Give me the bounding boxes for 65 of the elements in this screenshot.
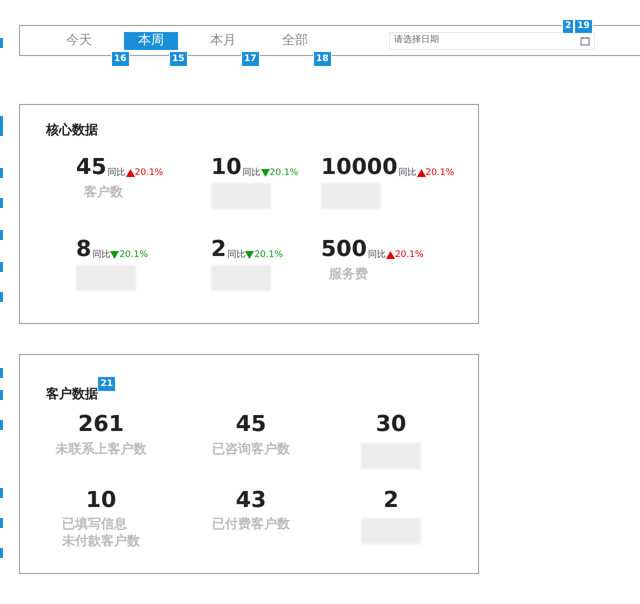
metric-value: 8	[76, 238, 92, 260]
card-title: 客户数据	[46, 387, 98, 402]
metric-label: 客户数	[84, 184, 123, 202]
date-field[interactable]: 请选择日期	[389, 32, 595, 50]
up-triangle-icon	[126, 168, 135, 176]
compare-label: 同比	[398, 168, 417, 178]
metric-value: 10	[86, 486, 116, 514]
calendar-icon[interactable]	[580, 36, 590, 46]
number-badge: 16	[111, 50, 130, 66]
period-tab[interactable]: 今天	[52, 32, 106, 50]
compare-label: 同比	[227, 250, 246, 260]
change-percent: 20.1%	[394, 250, 424, 260]
down-triangle-icon	[110, 250, 120, 258]
change-percent: 20.1%	[426, 168, 454, 178]
number-badge: 2	[562, 19, 574, 34]
metric-value: 500	[321, 238, 367, 260]
metric-label: 未联系上客户数	[56, 440, 146, 458]
edge-marker	[0, 168, 3, 178]
metric-value: 30	[376, 411, 406, 438]
metric-label: 未付款客户数	[62, 533, 140, 550]
change-percent: 20.1%	[254, 250, 283, 260]
metric-value: 10000	[321, 156, 398, 178]
up-triangle-icon	[386, 250, 395, 258]
edge-marker	[0, 488, 3, 498]
metric-value: 2	[383, 486, 399, 514]
edge-marker	[0, 262, 3, 272]
down-triangle-icon	[260, 168, 270, 176]
period-tab[interactable]: 全部	[268, 32, 322, 50]
edge-marker	[0, 198, 3, 208]
edge-marker	[0, 292, 3, 302]
up-triangle-icon	[416, 168, 426, 176]
compare-label: 同比	[242, 168, 261, 178]
date-input[interactable]: 请选择日期	[394, 34, 580, 48]
edge-marker	[0, 38, 3, 48]
metric-label: 服务费	[329, 266, 368, 284]
edge-marker	[0, 420, 3, 430]
metric-value: 10	[211, 156, 242, 178]
edge-marker	[0, 390, 3, 400]
change-percent: 20.1%	[270, 168, 298, 178]
number-badge: 17	[241, 50, 260, 66]
number-badge: 15	[169, 50, 188, 66]
edge-marker	[0, 548, 3, 558]
compare-label: 同比	[368, 250, 386, 260]
edge-marker	[0, 230, 3, 240]
period-tab[interactable]: 本月	[196, 32, 250, 50]
card-title: 核心数据	[46, 122, 99, 140]
edge-marker	[0, 368, 3, 378]
compare-label: 同比	[108, 168, 126, 178]
metric-label: 已付费客户数	[212, 516, 290, 533]
period-tab[interactable]: 本周	[124, 32, 178, 50]
edge-marker	[0, 518, 3, 528]
metric-value: 45	[76, 156, 107, 178]
number-badge: 18	[313, 50, 332, 66]
down-triangle-icon	[245, 250, 254, 258]
metric-value: 261	[78, 411, 124, 438]
metric-label: 已咨询客户数	[212, 440, 290, 458]
change-percent: 20.1%	[119, 250, 148, 260]
metric-value: 45	[236, 411, 266, 438]
change-percent: 20.1%	[134, 168, 164, 178]
metric-label: 已填写信息	[62, 516, 127, 533]
metric-value: 43	[236, 486, 266, 514]
number-badge: 21	[97, 376, 116, 392]
compare-label: 同比	[92, 250, 110, 260]
metric-value: 2	[211, 238, 226, 260]
number-badge: 19	[574, 19, 593, 34]
